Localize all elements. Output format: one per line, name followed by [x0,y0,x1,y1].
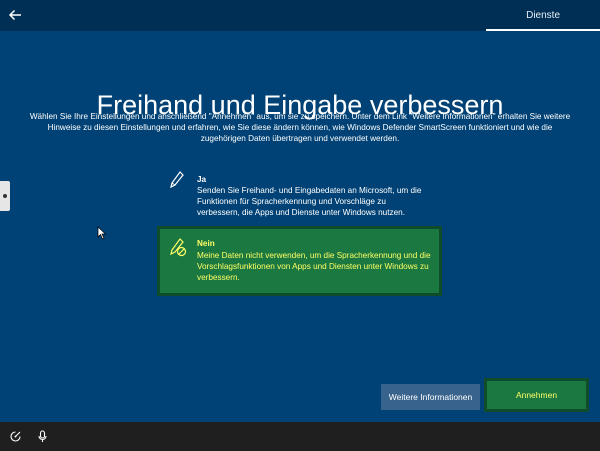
accept-button[interactable]: Annehmen [484,378,589,412]
option-no-label: Nein [197,239,215,248]
intro-text: Wählen Sie Ihre Einstellungen und anschl… [29,112,571,143]
option-yes-label: Ja [197,175,207,184]
pen-icon [170,171,184,189]
ease-of-access-icon[interactable] [9,430,22,443]
option-no[interactable]: Nein Meine Daten nicht verwenden, um die… [157,226,442,296]
pen-disabled-icon [170,238,187,257]
back-arrow-icon [8,9,21,21]
option-no-description: Meine Daten nicht verwenden, um die Spra… [197,251,431,282]
section-title: Dienste [526,10,560,21]
top-bar: Dienste [0,0,600,31]
back-button[interactable] [6,6,24,24]
option-yes[interactable]: Ja Senden Sie Freihand- und Eingabedaten… [164,168,430,222]
bottom-bar [0,422,600,451]
section-underline [486,29,600,31]
more-info-button[interactable]: Weitere Informationen [381,384,480,410]
microphone-icon[interactable] [36,430,49,443]
side-handle[interactable] [0,181,10,211]
option-yes-description: Senden Sie Freihand- und Eingabedaten an… [197,186,422,217]
mouse-cursor-icon [97,226,107,240]
